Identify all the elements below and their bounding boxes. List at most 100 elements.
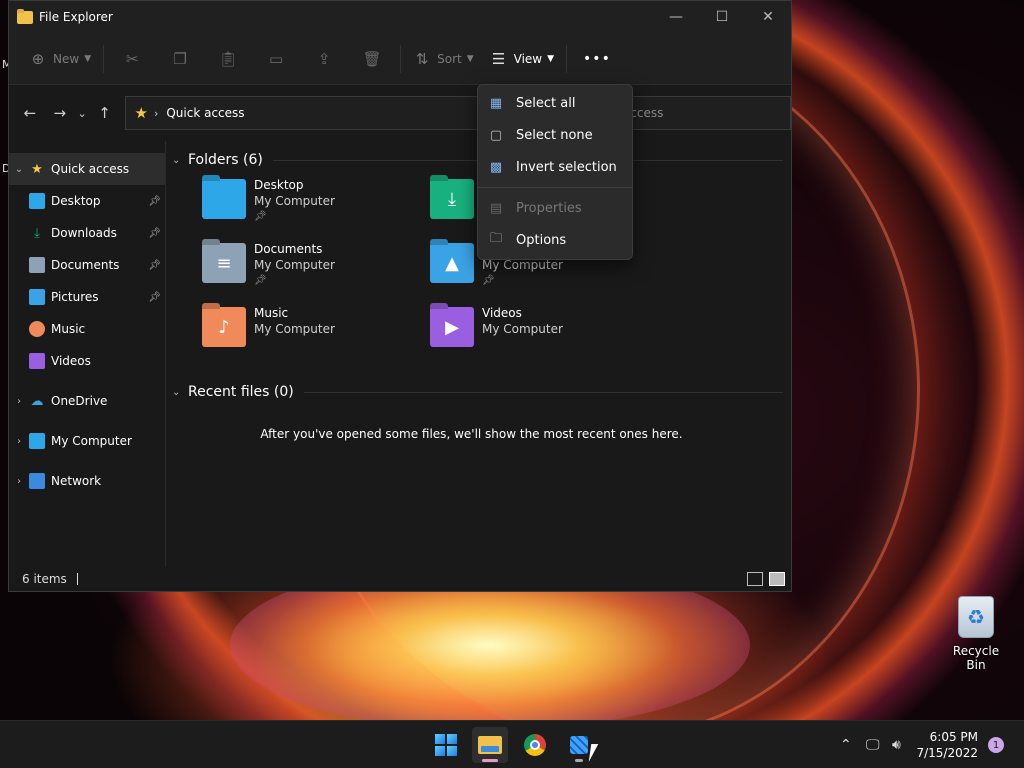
folder-text: Music My Computer: [254, 305, 335, 369]
rename-button[interactable]: ▭: [252, 43, 300, 75]
title-bar[interactable]: File Explorer — ☐ ✕: [9, 1, 791, 33]
volume-tray-button[interactable]: 🔊︎: [892, 721, 901, 768]
large-icons-view-button[interactable]: [769, 572, 785, 586]
chevron-up-icon: ⌃: [840, 737, 852, 753]
menu-item-label: Properties: [516, 200, 582, 216]
recycle-bin-shortcut[interactable]: Recycle Bin: [942, 596, 1010, 672]
share-button[interactable]: ⇪: [300, 43, 348, 75]
toolbar-divider: [400, 44, 402, 73]
sidebar-item-my-computer[interactable]: › My Computer: [9, 425, 165, 457]
folder-tile-desktop[interactable]: Desktop My Computer 📌︎: [202, 177, 430, 241]
minimize-icon: —: [669, 9, 683, 25]
notification-badge[interactable]: 1: [988, 737, 1004, 753]
see-more-button[interactable]: •••: [571, 43, 623, 75]
music-icon: [29, 321, 45, 337]
folder-tile-music[interactable]: ♪ Music My Computer: [202, 305, 430, 369]
view-label: View: [513, 51, 543, 66]
taskbar-file-explorer[interactable]: [472, 727, 508, 763]
view-button[interactable]: ☰ View ▼: [482, 43, 562, 75]
sidebar-item-network[interactable]: › Network: [9, 465, 165, 497]
running-indicator: [575, 759, 583, 762]
sort-button[interactable]: ⇅ Sort ▼: [405, 43, 482, 75]
recent-locations-button[interactable]: ⌄: [73, 98, 92, 128]
cut-button[interactable]: ✂: [108, 43, 156, 75]
up-button[interactable]: ↑: [92, 98, 118, 128]
sidebar-item-label: Downloads: [51, 226, 117, 240]
sidebar-item-documents[interactable]: Documents 📌︎: [9, 249, 165, 281]
sort-label: Sort: [437, 51, 462, 66]
network-tray-button[interactable]: 🖵︎: [866, 721, 880, 768]
sidebar-item-quick-access[interactable]: ⌄ ★ Quick access: [9, 153, 165, 185]
menu-item-select-none[interactable]: ▢ Select none: [478, 119, 632, 151]
pictures-folder-icon: ▲: [430, 243, 474, 283]
explorer-body: ⌄ ★ Quick access Desktop 📌︎ ⤓ Downloads …: [9, 141, 791, 567]
new-button[interactable]: ⊕ New ▼: [21, 43, 99, 75]
pin-icon: 📌︎: [254, 275, 267, 286]
toolbar-divider: [566, 44, 568, 73]
minimize-button[interactable]: —: [653, 1, 699, 33]
copy-button[interactable]: ❐: [156, 43, 204, 75]
close-button[interactable]: ✕: [745, 1, 791, 33]
folder-text: Desktop My Computer 📌︎: [254, 177, 335, 241]
taskbar: ⌃ 🖵︎ 🔊︎ 6:05 PM 7/15/2022 1: [0, 720, 1024, 768]
sidebar-item-desktop[interactable]: Desktop 📌︎: [9, 185, 165, 217]
sidebar-item-label: OneDrive: [51, 394, 108, 408]
clock[interactable]: 6:05 PM 7/15/2022: [916, 729, 978, 761]
menu-item-options[interactable]: 🗀︎ Options: [478, 224, 632, 256]
forward-button[interactable]: →: [47, 98, 73, 128]
folder-location: My Computer: [254, 194, 335, 208]
sidebar-item-onedrive[interactable]: › ☁ OneDrive: [9, 385, 165, 417]
menu-item-invert-selection[interactable]: ▩ Invert selection: [478, 151, 632, 183]
sidebar-item-music[interactable]: Music: [9, 313, 165, 345]
sidebar-item-pictures[interactable]: Pictures 📌︎: [9, 281, 165, 313]
running-indicator: [482, 759, 498, 762]
chevron-down-icon: ⌄: [172, 154, 181, 166]
menu-item-select-all[interactable]: ▦ Select all: [478, 87, 632, 119]
folder-tile-videos[interactable]: ▶ Videos My Computer: [430, 305, 658, 369]
status-bar: 6 items: [9, 567, 791, 591]
show-hidden-icons-button[interactable]: ⌃: [840, 721, 852, 768]
scissors-icon: ✂: [125, 49, 139, 68]
item-count: 6 items: [22, 572, 67, 586]
select-all-icon: ▦: [489, 95, 503, 111]
paste-button[interactable]: 📋︎: [204, 43, 252, 75]
trash-icon: 🗑︎: [362, 49, 382, 68]
arrow-left-icon: ←: [23, 104, 37, 122]
view-switcher: [747, 572, 785, 586]
sidebar-item-videos[interactable]: Videos: [9, 345, 165, 377]
maximize-icon: ☐: [715, 9, 729, 25]
folder-name: Music: [254, 306, 289, 320]
back-button[interactable]: ←: [17, 98, 43, 128]
rename-icon: ▭: [269, 49, 284, 68]
start-button[interactable]: [428, 727, 464, 763]
folder-tile-documents[interactable]: ≡ Documents My Computer 📌︎: [202, 241, 430, 305]
desktop-folder-icon: [202, 179, 246, 219]
plus-circle-icon: ⊕: [31, 49, 45, 68]
star-icon: ★: [31, 161, 43, 177]
address-bar[interactable]: ★ › Quick access: [125, 96, 524, 130]
address-row: ← → ⌄ ↑ ★ › Quick access: [9, 85, 791, 141]
menu-item-properties[interactable]: ▤ Properties: [478, 192, 632, 224]
sidebar-item-label: Pictures: [51, 290, 99, 304]
delete-button[interactable]: 🗑︎: [348, 43, 396, 75]
menu-item-label: Select all: [516, 95, 576, 111]
copy-icon: ❐: [173, 49, 187, 68]
folder-location: My Computer: [254, 258, 335, 272]
view-list-icon: ☰: [491, 49, 506, 68]
sidebar-item-downloads[interactable]: ⤓ Downloads 📌︎: [9, 217, 165, 249]
address-path: Quick access: [166, 106, 245, 120]
chrome-icon: [524, 734, 546, 756]
computer-icon: [29, 433, 45, 449]
sidebar-item-label: Music: [51, 322, 86, 336]
recent-files-section-header[interactable]: ⌄ Recent files (0): [172, 381, 791, 403]
file-explorer-icon: [478, 736, 502, 754]
taskbar-chrome[interactable]: [517, 727, 553, 763]
maximize-button[interactable]: ☐: [699, 1, 745, 33]
details-view-button[interactable]: [747, 572, 763, 586]
toolbar-divider: [103, 44, 105, 73]
file-explorer-window: File Explorer — ☐ ✕ ⊕ New ▼ ✂ ❐ 📋︎ ▭ ⇪ 🗑…: [8, 0, 792, 592]
file-explorer-icon: [17, 8, 33, 24]
more-dots-icon: •••: [583, 50, 611, 67]
